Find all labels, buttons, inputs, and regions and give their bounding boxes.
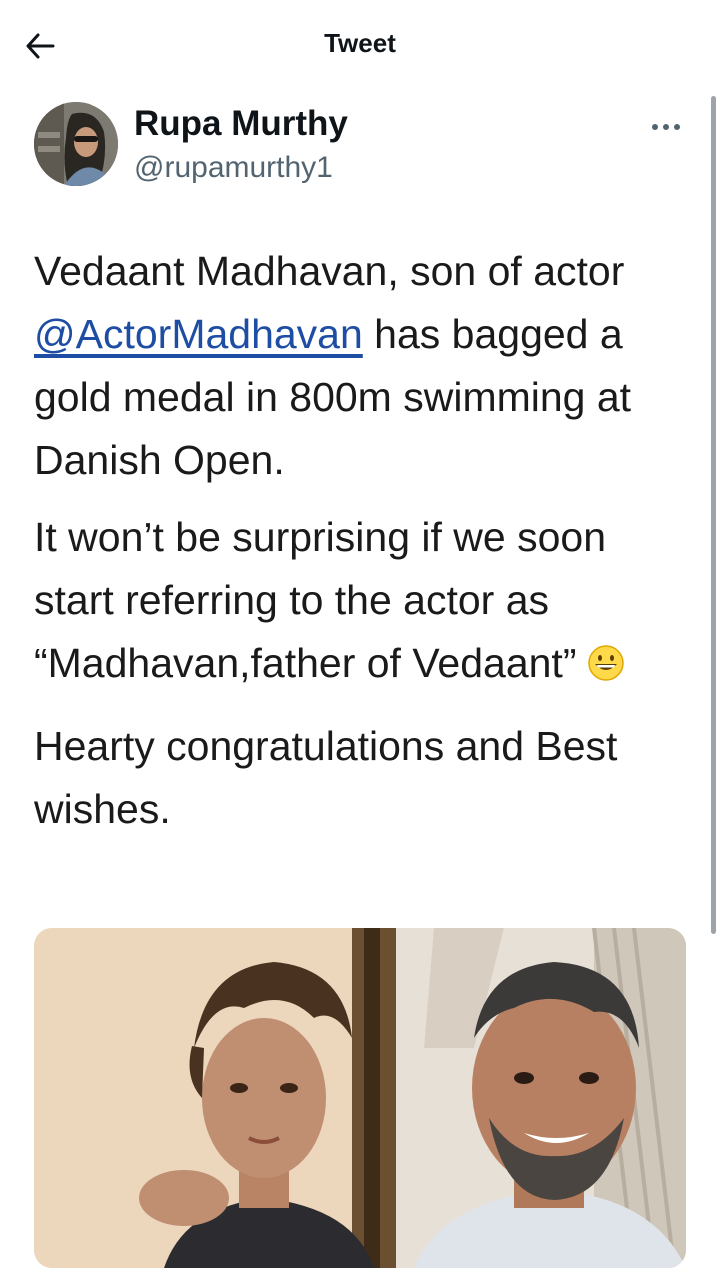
avatar-image bbox=[34, 102, 118, 186]
tweet-paragraph: Vedaant Madhavan, son of actor @ActorMad… bbox=[34, 240, 674, 492]
more-horizontal-icon bbox=[652, 124, 680, 130]
author-display-name[interactable]: Rupa Murthy bbox=[134, 102, 348, 146]
page-title: Tweet bbox=[324, 28, 396, 58]
more-options-button[interactable] bbox=[646, 116, 686, 138]
tweet-text-segment: Hearty congratulations and Best wishes. bbox=[34, 723, 618, 832]
author-names: Rupa Murthy @rupamurthy1 bbox=[134, 102, 348, 188]
scrollbar[interactable] bbox=[711, 96, 716, 934]
tweet-paragraph: It won’t be surprising if we soon start … bbox=[34, 506, 674, 701]
top-bar: Tweet bbox=[0, 0, 720, 92]
tweet-author: Rupa Murthy @rupamurthy1 bbox=[34, 102, 694, 192]
author-handle[interactable]: @rupamurthy1 bbox=[134, 148, 348, 188]
mention-link[interactable]: @ActorMadhavan bbox=[34, 311, 363, 357]
tweet-photo[interactable] bbox=[34, 928, 686, 1268]
avatar[interactable] bbox=[34, 102, 118, 186]
tweet-text: Vedaant Madhavan, son of actor @ActorMad… bbox=[34, 240, 674, 855]
tweet-photo-image bbox=[34, 928, 686, 1268]
grinning-face-emoji-icon bbox=[586, 638, 626, 701]
tweet-text-segment: Vedaant Madhavan, son of actor bbox=[34, 248, 625, 294]
tweet-paragraph: Hearty congratulations and Best wishes. bbox=[34, 715, 674, 841]
tweet-text-segment: It won’t be surprising if we soon start … bbox=[34, 514, 606, 686]
